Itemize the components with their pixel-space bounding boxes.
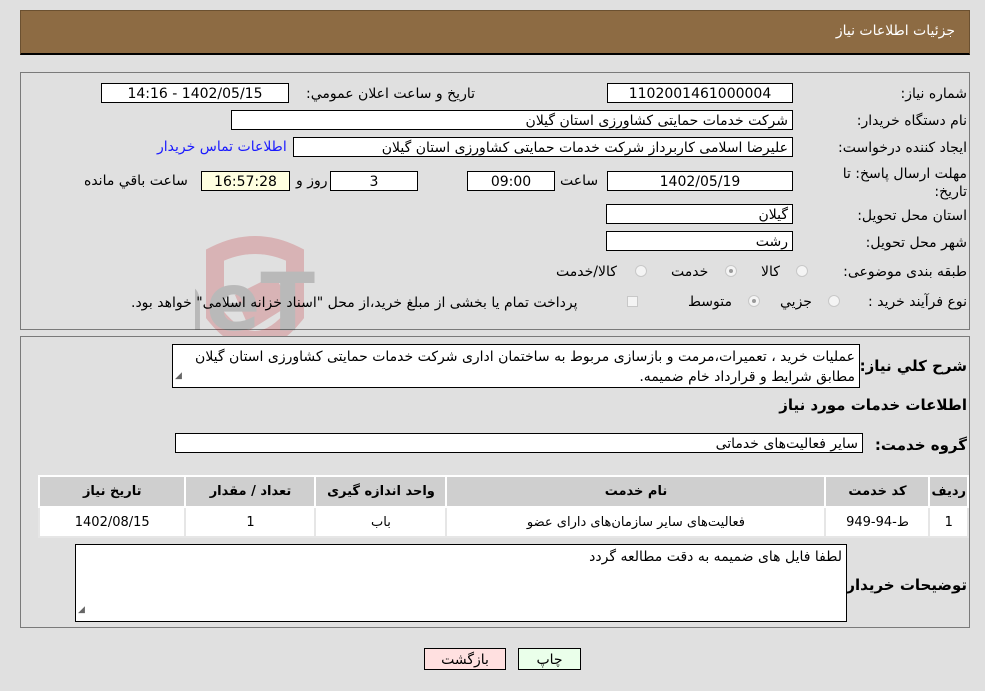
buyer-org-label: نام دستگاه خريدار: (856, 113, 967, 129)
page-title: جزئیات اطلاعات نیاز (835, 23, 955, 39)
delivery-province-field: گیلان (606, 204, 793, 224)
buyer-notes-label: توضيحات خريدار: (840, 576, 967, 594)
service-group-label: گروه خدمت: (874, 436, 967, 454)
category-radio-service[interactable] (725, 265, 737, 277)
need-number-label: شماره نیاز: (900, 86, 968, 102)
delivery-city-field: رشت (606, 231, 793, 251)
resize-grip-icon[interactable]: ◢ (78, 600, 85, 620)
cell-unit: باب (314, 506, 448, 538)
announce-datetime-label: تاریخ و ساعت اعلان عمومي: (306, 86, 475, 102)
table-header-row: رديف کد خدمت نام خدمت واحد اندازه گيری ت… (37, 475, 969, 508)
services-section-title: اطلاعات خدمات مورد نياز (779, 396, 967, 414)
cell-row-number: 1 (928, 506, 969, 538)
buyer-org-field: شرکت خدمات حمایتی کشاورزی استان گیلان (231, 110, 793, 130)
days-label: روز و (296, 173, 328, 189)
days-remaining-field: 3 (330, 171, 418, 191)
col-row-number: رديف (928, 475, 969, 508)
process-type-label: نوع فرآیند خرید : (868, 294, 967, 310)
service-group-field: سایر فعالیت‌های خدماتی (175, 433, 863, 453)
print-button[interactable]: چاپ (518, 648, 581, 670)
buyer-notes-textarea[interactable]: لطفا فایل های ضمیمه به دقت مطالعه گردد ◢ (75, 544, 847, 622)
time-remaining-field: 16:57:28 (201, 171, 290, 191)
cell-need-date: 1402/08/15 (37, 506, 187, 538)
description-textarea[interactable]: عملیات خرید ، تعمیرات،مرمت و بازسازی مرب… (172, 344, 860, 388)
page-header: جزئیات اطلاعات نیاز (20, 10, 970, 55)
delivery-city-label: شهر محل تحویل: (865, 235, 967, 251)
back-button[interactable]: بازگشت (424, 648, 506, 670)
category-option-service: خدمت (671, 264, 709, 280)
description-label: شرح کلي نياز: (859, 357, 967, 375)
deadline-time-field: 09:00 (467, 171, 555, 191)
services-table: رديف کد خدمت نام خدمت واحد اندازه گيری ت… (37, 475, 969, 538)
treasury-payment-checkbox[interactable] (627, 296, 638, 307)
requester-field: علیرضا اسلامی کاربرداز شرکت خدمات حمایتی… (293, 137, 793, 157)
time-remaining-label: ساعت باقي مانده (84, 173, 188, 189)
col-service-code: کد خدمت (824, 475, 931, 508)
buyer-notes-text: لطفا فایل های ضمیمه به دقت مطالعه گردد (589, 549, 842, 565)
cell-service-code: ط-94-949 (824, 506, 931, 538)
deadline-date-field: 1402/05/19 (607, 171, 793, 191)
col-unit: واحد اندازه گيری (314, 475, 448, 508)
need-number-field: 1102001461000004 (607, 83, 793, 103)
col-service-name: نام خدمت (445, 475, 827, 508)
category-radio-goods[interactable] (796, 265, 808, 277)
process-radio-minor[interactable] (828, 295, 840, 307)
category-option-goods: کالا (761, 264, 780, 280)
announce-datetime-field: 1402/05/15 - 14:16 (101, 83, 289, 103)
treasury-payment-note: پرداخت تمام یا بخشی از مبلغ خرید،از محل … (131, 295, 578, 311)
process-option-minor: جزیي (780, 294, 812, 310)
deadline-time-label: ساعت (560, 173, 599, 189)
deadline-label: مهلت ارسال پاسخ: تا تاریخ: (842, 166, 967, 200)
category-radio-goods-service[interactable] (635, 265, 647, 277)
table-row: 1 ط-94-949 فعالیت‌های سایر سازمان‌های دا… (37, 506, 969, 538)
requester-label: ایجاد کننده درخواست: (838, 140, 967, 156)
category-label: طبقه بندی موضوعی: (843, 264, 967, 280)
resize-grip-icon[interactable]: ◢ (175, 366, 182, 386)
col-quantity: تعداد / مقدار (184, 475, 317, 508)
buyer-contact-link[interactable]: اطلاعات تماس خریدار (157, 139, 287, 155)
cell-service-name: فعالیت‌های سایر سازمان‌های دارای عضو (445, 506, 827, 538)
delivery-province-label: استان محل تحویل: (857, 208, 967, 224)
description-text: عملیات خرید ، تعمیرات،مرمت و بازسازی مرب… (195, 349, 855, 385)
category-option-goods-service: کالا/خدمت (556, 264, 617, 280)
process-radio-medium[interactable] (748, 295, 760, 307)
col-need-date: تاريخ نياز (37, 475, 187, 508)
cell-quantity: 1 (184, 506, 317, 538)
process-option-medium: متوسط (688, 294, 732, 310)
